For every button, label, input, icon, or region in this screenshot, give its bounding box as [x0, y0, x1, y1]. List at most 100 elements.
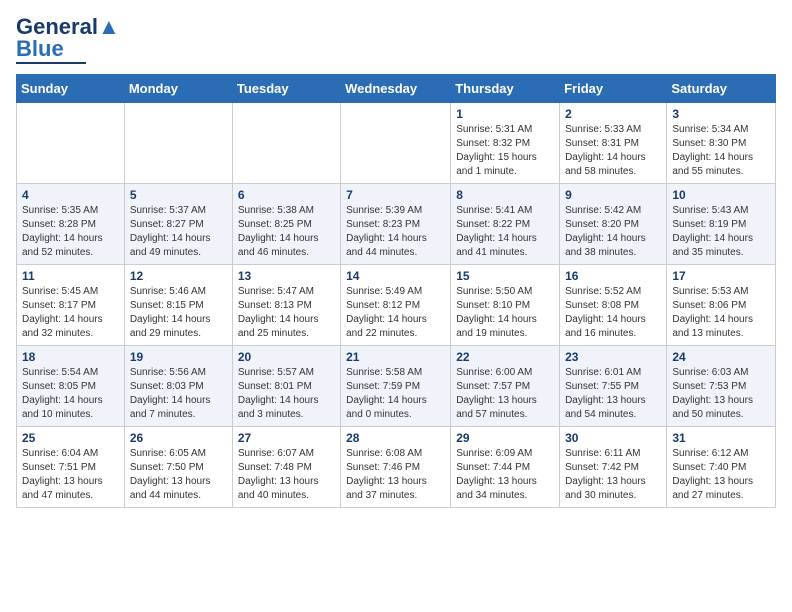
logo: General▲ Blue [16, 16, 120, 64]
day-cell: 20 Sunrise: 5:57 AMSunset: 8:01 PMDaylig… [232, 346, 340, 427]
day-cell: 3 Sunrise: 5:34 AMSunset: 8:30 PMDayligh… [667, 103, 776, 184]
week-row-5: 25 Sunrise: 6:04 AMSunset: 7:51 PMDaylig… [17, 427, 776, 508]
day-info: Sunrise: 5:46 AMSunset: 8:15 PMDaylight:… [130, 286, 211, 339]
day-number: 9 [565, 188, 661, 202]
day-info: Sunrise: 5:57 AMSunset: 8:01 PMDaylight:… [238, 367, 319, 420]
day-number: 31 [672, 431, 770, 445]
day-number: 27 [238, 431, 335, 445]
calendar-header: SundayMondayTuesdayWednesdayThursdayFrid… [17, 75, 776, 103]
weekday-header-wednesday: Wednesday [341, 75, 451, 103]
day-cell: 26 Sunrise: 6:05 AMSunset: 7:50 PMDaylig… [124, 427, 232, 508]
day-number: 15 [456, 269, 554, 283]
day-number: 4 [22, 188, 119, 202]
day-info: Sunrise: 6:01 AMSunset: 7:55 PMDaylight:… [565, 367, 646, 420]
day-info: Sunrise: 5:41 AMSunset: 8:22 PMDaylight:… [456, 205, 537, 258]
day-number: 7 [346, 188, 445, 202]
day-number: 18 [22, 350, 119, 364]
day-cell: 28 Sunrise: 6:08 AMSunset: 7:46 PMDaylig… [341, 427, 451, 508]
weekday-header-tuesday: Tuesday [232, 75, 340, 103]
day-info: Sunrise: 6:09 AMSunset: 7:44 PMDaylight:… [456, 448, 537, 501]
day-info: Sunrise: 5:37 AMSunset: 8:27 PMDaylight:… [130, 205, 211, 258]
day-number: 8 [456, 188, 554, 202]
weekday-header-saturday: Saturday [667, 75, 776, 103]
day-number: 13 [238, 269, 335, 283]
day-info: Sunrise: 5:50 AMSunset: 8:10 PMDaylight:… [456, 286, 537, 339]
day-cell: 16 Sunrise: 5:52 AMSunset: 8:08 PMDaylig… [560, 265, 667, 346]
day-number: 24 [672, 350, 770, 364]
day-info: Sunrise: 5:35 AMSunset: 8:28 PMDaylight:… [22, 205, 103, 258]
day-cell: 25 Sunrise: 6:04 AMSunset: 7:51 PMDaylig… [17, 427, 125, 508]
day-number: 25 [22, 431, 119, 445]
day-number: 22 [456, 350, 554, 364]
week-row-1: 1 Sunrise: 5:31 AMSunset: 8:32 PMDayligh… [17, 103, 776, 184]
weekday-row: SundayMondayTuesdayWednesdayThursdayFrid… [17, 75, 776, 103]
day-number: 26 [130, 431, 227, 445]
day-number: 1 [456, 107, 554, 121]
day-info: Sunrise: 6:12 AMSunset: 7:40 PMDaylight:… [672, 448, 753, 501]
day-number: 17 [672, 269, 770, 283]
day-cell: 7 Sunrise: 5:39 AMSunset: 8:23 PMDayligh… [341, 184, 451, 265]
day-info: Sunrise: 5:38 AMSunset: 8:25 PMDaylight:… [238, 205, 319, 258]
day-cell: 24 Sunrise: 6:03 AMSunset: 7:53 PMDaylig… [667, 346, 776, 427]
day-cell: 6 Sunrise: 5:38 AMSunset: 8:25 PMDayligh… [232, 184, 340, 265]
day-number: 6 [238, 188, 335, 202]
day-cell: 17 Sunrise: 5:53 AMSunset: 8:06 PMDaylig… [667, 265, 776, 346]
calendar-body: 1 Sunrise: 5:31 AMSunset: 8:32 PMDayligh… [17, 103, 776, 508]
day-info: Sunrise: 5:58 AMSunset: 7:59 PMDaylight:… [346, 367, 427, 420]
day-info: Sunrise: 5:56 AMSunset: 8:03 PMDaylight:… [130, 367, 211, 420]
day-cell [17, 103, 125, 184]
day-info: Sunrise: 5:31 AMSunset: 8:32 PMDaylight:… [456, 124, 537, 177]
day-info: Sunrise: 6:07 AMSunset: 7:48 PMDaylight:… [238, 448, 319, 501]
day-cell: 15 Sunrise: 5:50 AMSunset: 8:10 PMDaylig… [451, 265, 560, 346]
day-number: 16 [565, 269, 661, 283]
day-number: 20 [238, 350, 335, 364]
week-row-4: 18 Sunrise: 5:54 AMSunset: 8:05 PMDaylig… [17, 346, 776, 427]
day-cell: 11 Sunrise: 5:45 AMSunset: 8:17 PMDaylig… [17, 265, 125, 346]
day-cell: 5 Sunrise: 5:37 AMSunset: 8:27 PMDayligh… [124, 184, 232, 265]
day-info: Sunrise: 6:03 AMSunset: 7:53 PMDaylight:… [672, 367, 753, 420]
day-cell: 9 Sunrise: 5:42 AMSunset: 8:20 PMDayligh… [560, 184, 667, 265]
calendar-table: SundayMondayTuesdayWednesdayThursdayFrid… [16, 74, 776, 508]
day-number: 28 [346, 431, 445, 445]
day-cell [124, 103, 232, 184]
day-info: Sunrise: 5:43 AMSunset: 8:19 PMDaylight:… [672, 205, 753, 258]
logo-blue-text: Blue [16, 38, 64, 60]
day-cell: 14 Sunrise: 5:49 AMSunset: 8:12 PMDaylig… [341, 265, 451, 346]
day-number: 12 [130, 269, 227, 283]
day-cell: 19 Sunrise: 5:56 AMSunset: 8:03 PMDaylig… [124, 346, 232, 427]
day-info: Sunrise: 5:47 AMSunset: 8:13 PMDaylight:… [238, 286, 319, 339]
day-cell: 8 Sunrise: 5:41 AMSunset: 8:22 PMDayligh… [451, 184, 560, 265]
logo-line [16, 62, 86, 64]
day-cell [341, 103, 451, 184]
day-number: 21 [346, 350, 445, 364]
day-info: Sunrise: 5:54 AMSunset: 8:05 PMDaylight:… [22, 367, 103, 420]
day-info: Sunrise: 5:33 AMSunset: 8:31 PMDaylight:… [565, 124, 646, 177]
weekday-header-friday: Friday [560, 75, 667, 103]
day-info: Sunrise: 6:05 AMSunset: 7:50 PMDaylight:… [130, 448, 211, 501]
day-info: Sunrise: 5:53 AMSunset: 8:06 PMDaylight:… [672, 286, 753, 339]
day-cell: 22 Sunrise: 6:00 AMSunset: 7:57 PMDaylig… [451, 346, 560, 427]
week-row-2: 4 Sunrise: 5:35 AMSunset: 8:28 PMDayligh… [17, 184, 776, 265]
day-info: Sunrise: 5:52 AMSunset: 8:08 PMDaylight:… [565, 286, 646, 339]
day-number: 29 [456, 431, 554, 445]
day-info: Sunrise: 6:04 AMSunset: 7:51 PMDaylight:… [22, 448, 103, 501]
weekday-header-monday: Monday [124, 75, 232, 103]
weekday-header-sunday: Sunday [17, 75, 125, 103]
day-number: 11 [22, 269, 119, 283]
day-cell: 2 Sunrise: 5:33 AMSunset: 8:31 PMDayligh… [560, 103, 667, 184]
day-info: Sunrise: 5:42 AMSunset: 8:20 PMDaylight:… [565, 205, 646, 258]
day-info: Sunrise: 5:34 AMSunset: 8:30 PMDaylight:… [672, 124, 753, 177]
day-number: 3 [672, 107, 770, 121]
day-cell: 30 Sunrise: 6:11 AMSunset: 7:42 PMDaylig… [560, 427, 667, 508]
day-info: Sunrise: 5:45 AMSunset: 8:17 PMDaylight:… [22, 286, 103, 339]
day-number: 2 [565, 107, 661, 121]
day-info: Sunrise: 6:08 AMSunset: 7:46 PMDaylight:… [346, 448, 427, 501]
day-cell: 21 Sunrise: 5:58 AMSunset: 7:59 PMDaylig… [341, 346, 451, 427]
weekday-header-thursday: Thursday [451, 75, 560, 103]
day-number: 23 [565, 350, 661, 364]
day-info: Sunrise: 5:49 AMSunset: 8:12 PMDaylight:… [346, 286, 427, 339]
week-row-3: 11 Sunrise: 5:45 AMSunset: 8:17 PMDaylig… [17, 265, 776, 346]
logo-text: General▲ [16, 16, 120, 38]
day-cell: 4 Sunrise: 5:35 AMSunset: 8:28 PMDayligh… [17, 184, 125, 265]
day-cell: 1 Sunrise: 5:31 AMSunset: 8:32 PMDayligh… [451, 103, 560, 184]
